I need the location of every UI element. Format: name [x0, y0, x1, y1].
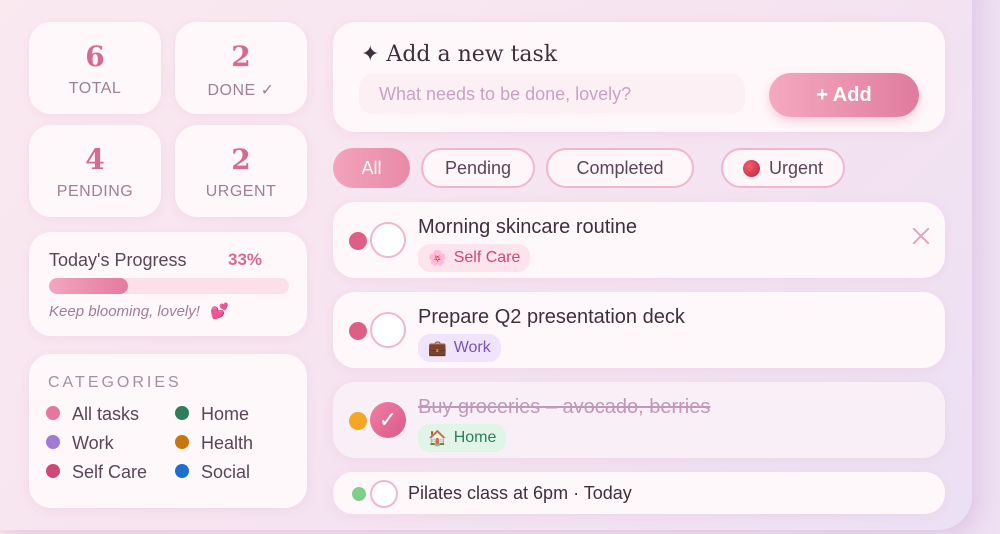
- task-checkbox[interactable]: [370, 312, 406, 348]
- urgent-dot-icon: [742, 159, 760, 177]
- category-dot-icon: [46, 463, 60, 478]
- progress-bar-fill: [49, 278, 129, 294]
- progress-message-text: Keep blooming, lovely!: [49, 303, 200, 320]
- add-task-button[interactable]: + Add: [769, 73, 919, 117]
- progress-card: Today's Progress 33% Keep blooming, love…: [29, 232, 307, 336]
- task-title: Morning skincare routine: [418, 216, 637, 238]
- stat-urgent-label: URGENT: [205, 183, 277, 200]
- briefcase-icon: 💼: [428, 340, 447, 357]
- stat-done-label: DONE ✓: [207, 82, 275, 99]
- category-home[interactable]: Home: [175, 404, 249, 425]
- task-title: Prepare Q2 presentation deck: [418, 306, 685, 328]
- priority-dot-icon: [349, 232, 367, 250]
- stat-total-label: TOTAL: [68, 80, 122, 97]
- category-dot-icon: [46, 434, 60, 449]
- filter-urgent-tab[interactable]: Urgent: [721, 148, 845, 188]
- filter-label: Completed: [576, 157, 664, 178]
- category-label: Social: [201, 462, 251, 482]
- category-social[interactable]: Social: [175, 462, 250, 483]
- categories-title: CATEGORIES: [48, 374, 182, 391]
- task-tag-label: Work: [453, 339, 491, 356]
- task-card[interactable]: ✓ Buy groceries – avocado, berries 🏠 Hom…: [333, 382, 945, 458]
- checkmark-icon: ✓: [378, 407, 398, 432]
- flower-icon: 🌸: [428, 250, 447, 267]
- filter-label: All: [361, 157, 382, 178]
- category-label: Home: [201, 404, 250, 424]
- task-checkbox[interactable]: [370, 480, 398, 508]
- add-task-title: ✦ Add a new task: [361, 42, 558, 67]
- stat-pending-value: 4: [85, 143, 105, 176]
- task-title: Pilates class at 6pm · Today: [408, 483, 632, 503]
- task-card[interactable]: Pilates class at 6pm · Today: [333, 472, 945, 514]
- priority-dot-icon: [349, 412, 367, 430]
- stat-total-card: 6 TOTAL: [29, 22, 161, 114]
- priority-dot-icon: [349, 322, 367, 340]
- progress-message: Keep blooming, lovely! 💕: [49, 302, 229, 320]
- category-self-care[interactable]: Self Care: [46, 462, 147, 483]
- category-dot-icon: [175, 434, 189, 449]
- category-work[interactable]: Work: [46, 433, 114, 454]
- stat-pending-card: 4 PENDING: [29, 125, 161, 217]
- categories-card: CATEGORIES All tasks Home Work Health Se…: [29, 354, 307, 508]
- progress-title: Today's Progress: [49, 250, 187, 270]
- category-label: Self Care: [72, 462, 148, 482]
- stat-urgent-value: 2: [231, 143, 251, 176]
- progress-bar: [49, 278, 289, 294]
- task-checkbox[interactable]: [370, 222, 406, 258]
- stat-done-value: 2: [231, 40, 251, 73]
- task-card[interactable]: Prepare Q2 presentation deck 💼 Work: [333, 292, 945, 368]
- progress-percent: 33%: [228, 250, 263, 269]
- category-health[interactable]: Health: [175, 433, 253, 454]
- task-checkbox-checked[interactable]: ✓: [370, 402, 406, 438]
- filter-pending-tab[interactable]: Pending: [421, 148, 535, 188]
- house-icon: 🏠: [428, 430, 447, 447]
- task-tag-label: Home: [453, 429, 497, 446]
- category-all-tasks[interactable]: All tasks: [46, 404, 139, 425]
- task-tag: 🏠 Home: [418, 424, 507, 452]
- category-dot-icon: [46, 405, 60, 420]
- new-task-input[interactable]: [359, 74, 745, 114]
- task-card[interactable]: Morning skincare routine 🌸 Self Care: [333, 202, 945, 278]
- filter-label: Pending: [444, 157, 512, 178]
- category-label: All tasks: [72, 404, 140, 424]
- task-tag: 💼 Work: [418, 334, 501, 362]
- hearts-icon: 💕: [210, 303, 229, 320]
- priority-dot-icon: [352, 487, 366, 501]
- category-dot-icon: [175, 463, 189, 478]
- add-task-card: ✦ Add a new task + Add: [333, 22, 945, 132]
- task-tag: 🌸 Self Care: [418, 244, 531, 272]
- filter-all-tab[interactable]: All: [333, 148, 410, 188]
- category-label: Health: [201, 433, 254, 453]
- filter-label: Urgent: [768, 157, 824, 178]
- category-dot-icon: [175, 405, 189, 420]
- task-title: Buy groceries – avocado, berries: [418, 396, 711, 418]
- category-label: Work: [72, 433, 114, 453]
- stat-pending-label: PENDING: [56, 183, 134, 200]
- stat-done-card: 2 DONE ✓: [175, 22, 307, 114]
- delete-task-icon[interactable]: [907, 222, 935, 250]
- stat-total-value: 6: [85, 40, 105, 73]
- stat-urgent-card: 2 URGENT: [175, 125, 307, 217]
- task-tag-label: Self Care: [453, 249, 521, 266]
- filter-completed-tab[interactable]: Completed: [546, 148, 694, 188]
